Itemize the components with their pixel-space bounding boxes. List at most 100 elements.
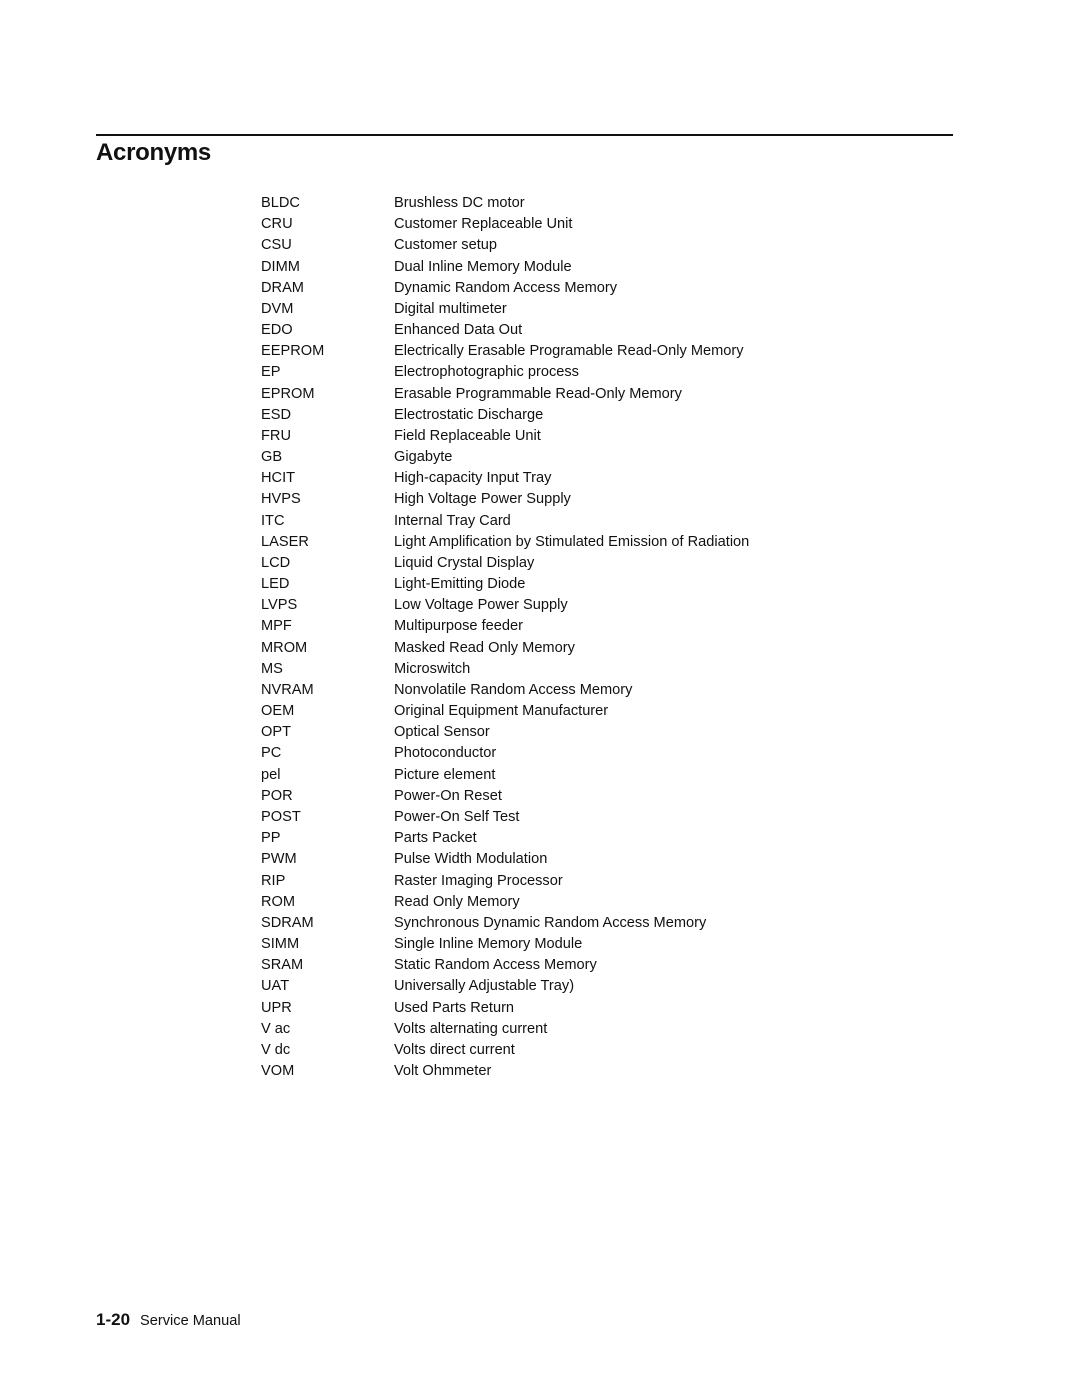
acronym-definition: Used Parts Return [394, 999, 515, 1016]
acronym-row: V ac Volts alternating current [261, 1019, 821, 1040]
acronym-row: SIMM Single Inline Memory Module [261, 934, 821, 955]
acronym-term: SIMM [261, 936, 300, 953]
acronym-definition: Electrophotographic process [394, 364, 579, 381]
acronym-term: CSU [261, 237, 292, 254]
acronym-row: UAT Universally Adjustable Tray) [261, 976, 821, 997]
acronym-term: ESD [261, 406, 292, 423]
acronym-definition: Low Voltage Power Supply [394, 597, 568, 614]
acronym-term: DIMM [261, 258, 300, 275]
acronym-term: LED [261, 576, 290, 593]
acronym-definition: Liquid Crystal Display [394, 554, 535, 571]
acronym-term: LVPS [261, 597, 298, 614]
acronym-row: HVPS High Voltage Power Supply [261, 489, 821, 510]
acronym-term: EDO [261, 322, 293, 339]
acronym-row: SDRAM Synchronous Dynamic Random Access M… [261, 913, 821, 934]
acronym-definition: Brushless DC motor [394, 195, 525, 211]
acronym-definition: Erasable Programmable Read-Only Memory [394, 385, 682, 402]
acronym-term: RIP [261, 872, 286, 889]
acronym-row: OPT Optical Sensor [261, 722, 821, 743]
acronym-definition: Static Random Access Memory [394, 957, 597, 974]
acronym-term: pel [261, 766, 281, 783]
acronym-definition: Optical Sensor [394, 724, 490, 741]
acronym-row: GB Gigabyte [261, 447, 821, 468]
acronym-row: CRU Customer Replaceable Unit [261, 214, 821, 235]
acronym-definition: Photoconductor [394, 745, 497, 762]
acronym-row: pel Picture element [261, 765, 821, 786]
manual-name: Service Manual [140, 1313, 241, 1329]
acronym-row: NVRAM Nonvolatile Random Access Memory [261, 680, 821, 701]
acronym-definition: Power-On Reset [394, 787, 502, 804]
acronym-row: MROM Masked Read Only Memory [261, 638, 821, 659]
acronym-term: V dc [261, 1041, 291, 1058]
acronym-definition: Enhanced Data Out [394, 322, 523, 339]
acronym-definition: Picture element [394, 766, 496, 783]
acronym-term: EEPROM [261, 343, 325, 360]
acronym-row: DIMM Dual Inline Memory Module [261, 257, 821, 278]
acronym-term: NVRAM [261, 681, 314, 698]
acronym-term: PWM [261, 851, 297, 868]
acronym-row: MS Microswitch [261, 659, 821, 680]
acronym-definition: Microswitch [394, 660, 471, 677]
acronym-term: SRAM [261, 957, 304, 974]
acronym-definition: Volts direct current [394, 1041, 515, 1058]
acronym-term: OEM [261, 703, 295, 720]
acronym-row: SRAM Static Random Access Memory [261, 955, 821, 976]
acronym-row: PP Parts Packet [261, 828, 821, 849]
acronym-row: UPR Used Parts Return [261, 998, 821, 1019]
acronym-term: UPR [261, 999, 292, 1016]
acronym-row: LASER Light Amplification by Stimulated E… [261, 532, 821, 553]
acronym-term: POR [261, 787, 293, 804]
acronym-definition: Pulse Width Modulation [394, 851, 548, 868]
acronym-definition: Dual Inline Memory Module [394, 258, 572, 275]
acronym-row: EPROM Erasable Programmable Read-Only Mem… [261, 384, 821, 405]
acronym-definition: Synchronous Dynamic Random Access Memory [394, 914, 707, 931]
acronym-definition: Masked Read Only Memory [394, 639, 575, 656]
acronym-term: EP [261, 364, 281, 381]
acronym-row: EP Electrophotographic process [261, 362, 821, 383]
acronym-row: MPF Multipurpose feeder [261, 616, 821, 637]
acronym-row: LVPS Low Voltage Power Supply [261, 595, 821, 616]
page-title: Acronyms [96, 139, 211, 166]
acronym-term: LASER [261, 533, 309, 550]
acronym-definition: Original Equipment Manufacturer [394, 703, 609, 720]
acronym-row: V dc Volts direct current [261, 1040, 821, 1061]
acronym-term: OPT [261, 724, 291, 741]
acronym-term: CRU [261, 216, 293, 233]
acronym-term: MROM [261, 639, 308, 656]
acronym-row: CSU Customer setup [261, 235, 821, 256]
acronym-row: BLDC Brushless DC motor [261, 193, 821, 214]
acronym-term: EPROM [261, 385, 315, 402]
acronym-definition: Field Replaceable Unit [394, 427, 541, 444]
acronym-term: HCIT [261, 470, 296, 487]
acronym-definition: Customer Replaceable Unit [394, 216, 573, 233]
acronym-row: ITC Internal Tray Card [261, 511, 821, 532]
acronym-term: GB [261, 449, 283, 466]
acronym-definition: High Voltage Power Supply [394, 491, 571, 508]
acronym-term: BLDC [261, 195, 300, 211]
acronym-definition: Power-On Self Test [394, 808, 520, 825]
acronym-term: VOM [261, 1063, 295, 1080]
acronym-definition: Volts alternating current [394, 1020, 548, 1037]
acronym-list: BLDC Brushless DC motor CRU Customer Replac… [261, 193, 821, 1082]
acronym-term: DVM [261, 300, 294, 317]
acronym-row: POST Power-On Self Test [261, 807, 821, 828]
acronym-row: DVM Digital multimeter [261, 299, 821, 320]
acronym-term: UAT [261, 978, 290, 995]
acronym-row: HCIT High-capacity Input Tray [261, 468, 821, 489]
acronym-row: PC Photoconductor [261, 743, 821, 764]
acronym-row: ESD Electrostatic Discharge [261, 405, 821, 426]
acronym-term: PP [261, 830, 281, 847]
acronym-term: SDRAM [261, 914, 314, 931]
acronym-definition: Dynamic Random Access Memory [394, 279, 618, 296]
acronym-term: FRU [261, 427, 291, 444]
acronym-definition: Electrostatic Discharge [394, 406, 544, 423]
acronym-definition: Gigabyte [394, 449, 453, 466]
acronym-definition: Customer setup [394, 237, 498, 254]
acronym-definition: Raster Imaging Processor [394, 872, 563, 889]
acronym-term: POST [261, 808, 301, 825]
acronym-term: HVPS [261, 491, 301, 508]
acronym-row: LED Light-Emitting Diode [261, 574, 821, 595]
acronym-row: EDO Enhanced Data Out [261, 320, 821, 341]
acronym-term: PC [261, 745, 282, 762]
acronym-definition: Parts Packet [394, 830, 477, 847]
